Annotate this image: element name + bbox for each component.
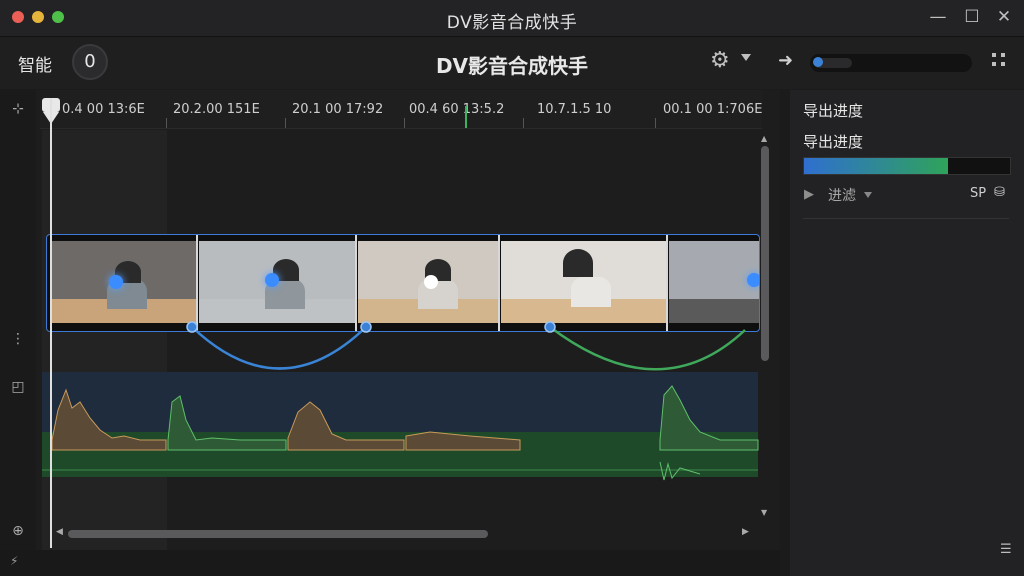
vertical-scroll-thumb[interactable]: [761, 146, 769, 361]
export-arrow-icon[interactable]: ➜: [778, 50, 793, 71]
preset-icon[interactable]: ⛁: [994, 185, 1005, 200]
progress-label: 导出进度: [803, 133, 864, 151]
scroll-left-icon[interactable]: ◀: [56, 527, 63, 537]
export-progress-bar: [803, 157, 1011, 175]
window-title: DV影音合成快手: [446, 13, 578, 33]
timeline-panel: ⊹ ⋮ ◰ ⊕ 0.4 00 13:6E 20.2.00 151E 20.1 0…: [0, 90, 780, 550]
minimize-icon[interactable]: —: [927, 6, 949, 28]
toolbar-progress: [810, 54, 972, 72]
status-bar: ⚡: [0, 550, 780, 576]
chevron-down-icon[interactable]: [741, 54, 751, 61]
settings-sliders-icon[interactable]: ☰: [1000, 542, 1012, 557]
grid-icon[interactable]: [992, 53, 1006, 67]
audio-waveform: [42, 385, 759, 481]
scroll-up-icon[interactable]: ▲: [761, 134, 767, 143]
vertical-scrollbar[interactable]: ▲ ▼: [760, 134, 770, 517]
scroll-right-icon[interactable]: ▶: [742, 527, 749, 537]
export-progress-fill: [804, 158, 949, 174]
gear-icon[interactable]: ⚙: [710, 48, 730, 73]
horizontal-scrollbar[interactable]: ◀ ▶: [56, 527, 756, 540]
panel-divider: [803, 218, 1009, 219]
play-icon[interactable]: ▶: [804, 187, 814, 202]
panel-header: 导出进度: [803, 102, 864, 120]
chevron-down-icon[interactable]: [864, 192, 872, 198]
export-panel: 导出进度 导出进度 ▶ 进滤 SP ⛁: [790, 90, 1024, 576]
close-icon[interactable]: ✕: [993, 6, 1015, 28]
progress-dot-icon: [813, 57, 823, 67]
window-titlebar: DV影音合成快手 — ☐ ✕: [0, 0, 1024, 37]
main-toolbar: 智能 0 DV影音合成快手 ⚙ ➜: [0, 37, 1024, 89]
lightning-icon[interactable]: ⚡: [10, 554, 18, 568]
filter-dropdown[interactable]: 进滤: [828, 185, 856, 205]
scroll-down-icon[interactable]: ▼: [761, 508, 767, 517]
playhead-line[interactable]: [50, 98, 52, 548]
horizontal-scroll-thumb[interactable]: [68, 530, 488, 538]
maximize-icon[interactable]: ☐: [961, 6, 983, 28]
sp-label[interactable]: SP: [970, 186, 986, 201]
